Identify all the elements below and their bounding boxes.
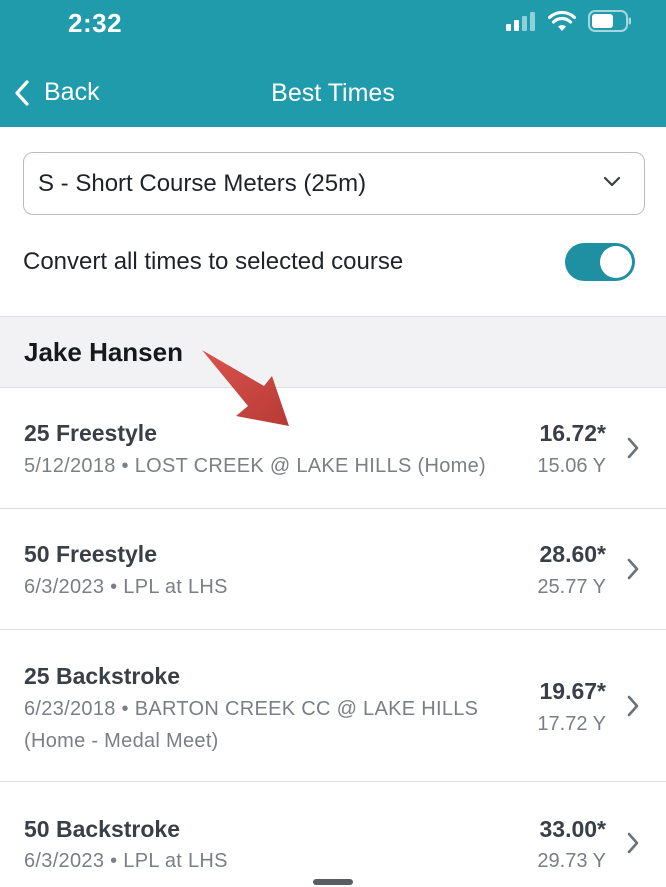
chevron-right-icon bbox=[627, 832, 639, 854]
converted-time: 15.06 Y bbox=[537, 455, 606, 477]
home-indicator bbox=[313, 879, 353, 885]
table-row[interactable]: 25 Backstroke 6/23/2018 • BARTON CREEK C… bbox=[0, 630, 666, 782]
best-time: 33.00* bbox=[539, 816, 606, 842]
cellular-signal-icon bbox=[506, 12, 535, 31]
course-select[interactable]: S - Short Course Meters (25m) bbox=[23, 152, 645, 215]
convert-row: Convert all times to selected course bbox=[23, 240, 635, 284]
chevron-right-icon bbox=[627, 695, 639, 717]
status-icons bbox=[506, 10, 632, 32]
convert-toggle[interactable] bbox=[565, 243, 635, 281]
event-name: 50 Backstroke bbox=[24, 816, 180, 842]
battery-icon bbox=[588, 10, 631, 32]
best-time: 19.67* bbox=[539, 678, 606, 704]
chevron-right-icon bbox=[627, 558, 639, 580]
converted-time: 29.73 Y bbox=[537, 850, 606, 872]
nav-header: 2:32 Back Best Times bbox=[0, 0, 666, 127]
meet-line: 6/3/2023 • LPL at LHS bbox=[24, 850, 228, 872]
table-row[interactable]: 50 Backstroke 6/3/2023 • LPL at LHS 33.0… bbox=[0, 782, 666, 887]
toggle-knob bbox=[600, 246, 632, 278]
meet-line: 6/23/2018 • BARTON CREEK CC @ LAKE HILLS bbox=[24, 698, 479, 720]
chevron-right-icon bbox=[627, 437, 639, 459]
wifi-icon bbox=[548, 10, 576, 31]
table-row[interactable]: 50 Freestyle 6/3/2023 • LPL at LHS 28.60… bbox=[0, 509, 666, 630]
best-time: 16.72* bbox=[539, 420, 606, 446]
meet-info: 6/3/2023 • LPL at LHS bbox=[24, 571, 514, 603]
meet-info: 6/3/2023 • LPL at LHS bbox=[24, 845, 514, 877]
event-name: 50 Freestyle bbox=[24, 541, 157, 567]
meet-line: (Home - Medal Meet) bbox=[24, 730, 219, 752]
event-name: 25 Backstroke bbox=[24, 663, 180, 689]
course-select-value: S - Short Course Meters (25m) bbox=[38, 169, 367, 197]
convert-label: Convert all times to selected course bbox=[23, 248, 404, 275]
converted-time: 17.72 Y bbox=[537, 713, 606, 735]
status-time: 2:32 bbox=[68, 8, 123, 38]
meet-info: 6/23/2018 • BARTON CREEK CC @ LAKE HILLS… bbox=[24, 693, 514, 757]
chevron-down-icon bbox=[603, 176, 621, 187]
table-row[interactable]: 25 Freestyle 5/12/2018 • LOST CREEK @ LA… bbox=[0, 388, 666, 509]
event-name: 25 Freestyle bbox=[24, 420, 157, 446]
annotation-arrow-icon bbox=[202, 350, 289, 426]
swimmer-name: Jake Hansen bbox=[0, 316, 666, 388]
meet-info: 5/12/2018 • LOST CREEK @ LAKE HILLS (Hom… bbox=[24, 450, 514, 482]
page-title: Best Times bbox=[271, 79, 395, 107]
converted-time: 25.77 Y bbox=[537, 576, 606, 598]
best-time: 28.60* bbox=[539, 541, 606, 567]
meet-line: 6/3/2023 • LPL at LHS bbox=[24, 576, 228, 598]
meet-line: 5/12/2018 • LOST CREEK @ LAKE HILLS (Hom… bbox=[24, 455, 486, 477]
